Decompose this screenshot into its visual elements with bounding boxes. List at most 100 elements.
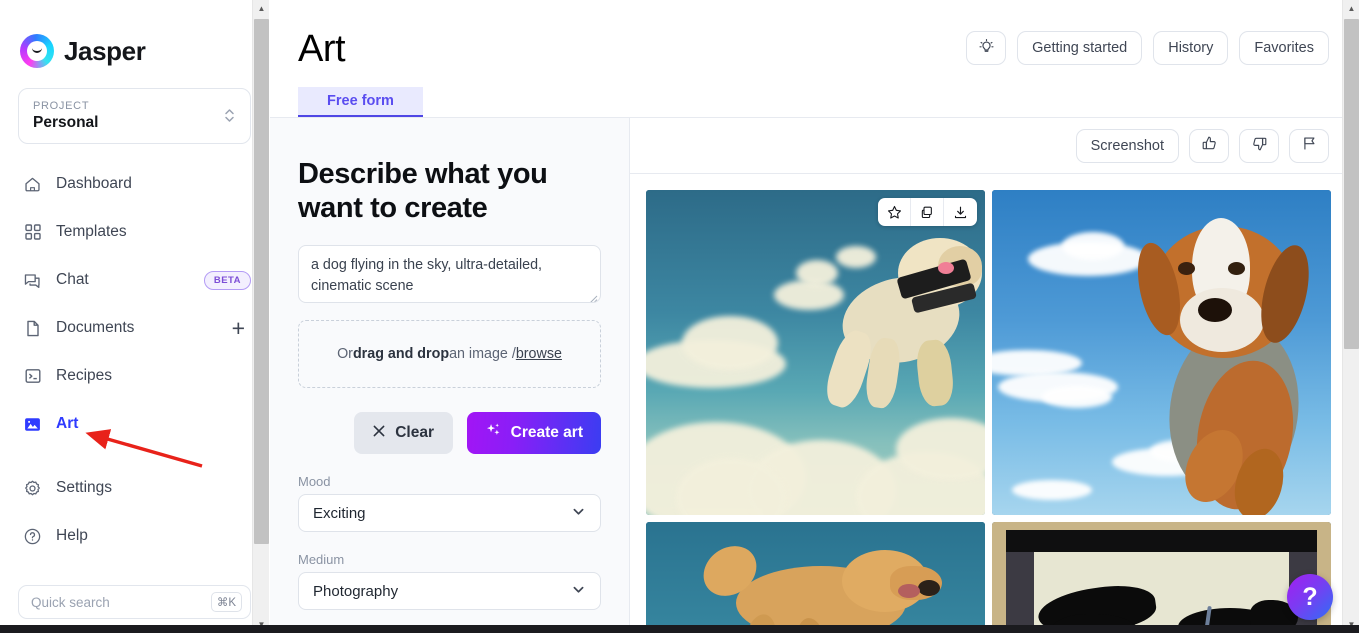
jasper-smile-logo-icon	[20, 34, 54, 68]
project-selector[interactable]: PROJECT Personal	[18, 88, 251, 144]
art-image	[646, 522, 985, 633]
sidebar-item-templates[interactable]: Templates	[18, 214, 251, 250]
art-image	[992, 190, 1331, 515]
quick-search-placeholder: Quick search	[31, 594, 110, 610]
art-card-actions	[878, 198, 977, 226]
brand: Jasper	[18, 0, 251, 74]
medium-value: Photography	[313, 582, 399, 600]
page-scrollbar[interactable]: ▲ ▼	[1342, 0, 1359, 633]
mood-select[interactable]: Exciting	[298, 494, 601, 533]
page-scrollbar-thumb[interactable]	[1344, 19, 1359, 349]
grid-icon	[22, 222, 43, 243]
sidebar-item-label: Settings	[56, 479, 113, 496]
brand-name: Jasper	[64, 35, 146, 66]
chat-bubble-icon	[22, 270, 43, 291]
sidebar-item-art[interactable]: Art	[18, 406, 251, 442]
sidebar-item-chat[interactable]: Chat BETA	[18, 262, 251, 298]
sidebar-nav: Dashboard Templates Chat BETA Documents …	[18, 166, 251, 566]
tab-free-form[interactable]: Free form	[298, 87, 423, 118]
gear-icon	[22, 478, 43, 499]
screenshot-button[interactable]: Screenshot	[1075, 128, 1179, 163]
project-label: PROJECT	[33, 99, 90, 112]
art-image	[992, 522, 1331, 633]
main-content: Art Getting started History Favorites Fr…	[270, 0, 1359, 633]
sidebar-item-label: Help	[56, 527, 88, 544]
art-result-card[interactable]: Activate Windows Go to Settings to activ…	[992, 522, 1331, 633]
help-fab-button[interactable]: ?	[1287, 574, 1333, 620]
sidebar-item-label: Art	[56, 415, 79, 432]
document-icon	[22, 318, 43, 339]
dropzone-middle: an image /	[449, 346, 516, 363]
sidebar-item-label: Chat	[56, 271, 89, 288]
question-circle-icon	[22, 526, 43, 547]
resize-grip-icon[interactable]	[588, 290, 598, 303]
flag-button[interactable]	[1289, 128, 1329, 163]
chevron-updown-icon	[223, 106, 236, 125]
getting-started-button[interactable]: Getting started	[1017, 31, 1143, 65]
plus-icon[interactable]: +	[232, 316, 251, 340]
browse-link[interactable]: browse	[516, 346, 562, 362]
create-art-button-label: Create art	[510, 424, 583, 442]
medium-field: Medium Photography	[298, 552, 601, 611]
art-result-card[interactable]	[646, 522, 985, 633]
results-toolbar: Screenshot	[630, 118, 1359, 174]
prompt-value: a dog flying in the sky, ultra-detailed,…	[311, 257, 542, 294]
sidebar-item-label: Documents	[56, 319, 135, 336]
art-form-panel: Describe what you want to create a dog f…	[270, 118, 630, 633]
sidebar: Jasper PROJECT Personal Dashboard Templa…	[0, 0, 270, 633]
sidebar-item-dashboard[interactable]: Dashboard	[18, 166, 251, 202]
app-root: Jasper PROJECT Personal Dashboard Templa…	[0, 0, 1359, 633]
form-title: Describe what you want to create	[298, 158, 548, 224]
sidebar-scrollbar-thumb[interactable]	[254, 19, 269, 544]
sidebar-item-help[interactable]: Help	[18, 518, 251, 554]
mood-field: Mood Exciting	[298, 474, 601, 533]
scroll-up-arrow-icon[interactable]: ▲	[253, 0, 270, 17]
prompt-input[interactable]: a dog flying in the sky, ultra-detailed,…	[298, 245, 601, 304]
sidebar-item-settings[interactable]: Settings	[18, 470, 251, 506]
mood-value: Exciting	[313, 504, 366, 522]
thumbs-down-button[interactable]	[1239, 128, 1279, 163]
art-image	[646, 190, 985, 515]
sparkles-icon	[485, 422, 502, 444]
tips-button[interactable]	[966, 31, 1007, 65]
thumbs-up-icon	[1201, 135, 1218, 156]
image-icon	[22, 414, 43, 435]
image-dropzone[interactable]: Or drag and drop an image / browse	[298, 320, 601, 389]
sidebar-item-documents[interactable]: Documents +	[18, 310, 251, 346]
flag-icon	[1301, 135, 1318, 156]
header-actions: Getting started History Favorites	[966, 31, 1329, 65]
page-header: Art Getting started History Favorites Fr…	[270, 0, 1359, 118]
clear-button[interactable]: Clear	[353, 412, 453, 455]
main-body: Describe what you want to create a dog f…	[270, 118, 1359, 633]
dropzone-bold: drag and drop	[352, 346, 450, 363]
quick-search-input[interactable]: Quick search ⌘K	[18, 585, 251, 619]
medium-label: Medium	[298, 552, 345, 568]
sidebar-item-label: Dashboard	[56, 175, 132, 192]
thumbs-up-button[interactable]	[1189, 128, 1229, 163]
home-icon	[22, 174, 43, 195]
art-result-card[interactable]	[646, 190, 985, 515]
chevron-down-icon	[571, 582, 586, 601]
page-title: Art	[298, 28, 346, 70]
chevron-down-icon	[571, 504, 586, 523]
sidebar-scrollbar[interactable]: ▲ ▼	[252, 0, 269, 633]
medium-select[interactable]: Photography	[298, 572, 601, 611]
mood-label: Mood	[298, 474, 331, 490]
art-results-grid: Activate Windows Go to Settings to activ…	[630, 174, 1359, 633]
sidebar-item-label: Templates	[56, 223, 127, 240]
download-icon[interactable]	[944, 198, 977, 226]
history-button[interactable]: History	[1153, 31, 1229, 65]
favorites-button[interactable]: Favorites	[1239, 31, 1329, 65]
star-icon[interactable]	[878, 198, 911, 226]
create-art-button[interactable]: Create art	[466, 412, 601, 455]
sidebar-item-label: Recipes	[56, 367, 112, 384]
os-taskbar	[0, 625, 1359, 633]
art-result-card[interactable]	[992, 190, 1331, 515]
sidebar-item-recipes[interactable]: Recipes	[18, 358, 251, 394]
copy-icon[interactable]	[911, 198, 944, 226]
scroll-up-arrow-icon[interactable]: ▲	[1343, 0, 1359, 17]
clear-button-label: Clear	[395, 424, 435, 442]
close-x-icon	[372, 424, 386, 443]
dropzone-prefix: Or	[337, 346, 353, 363]
